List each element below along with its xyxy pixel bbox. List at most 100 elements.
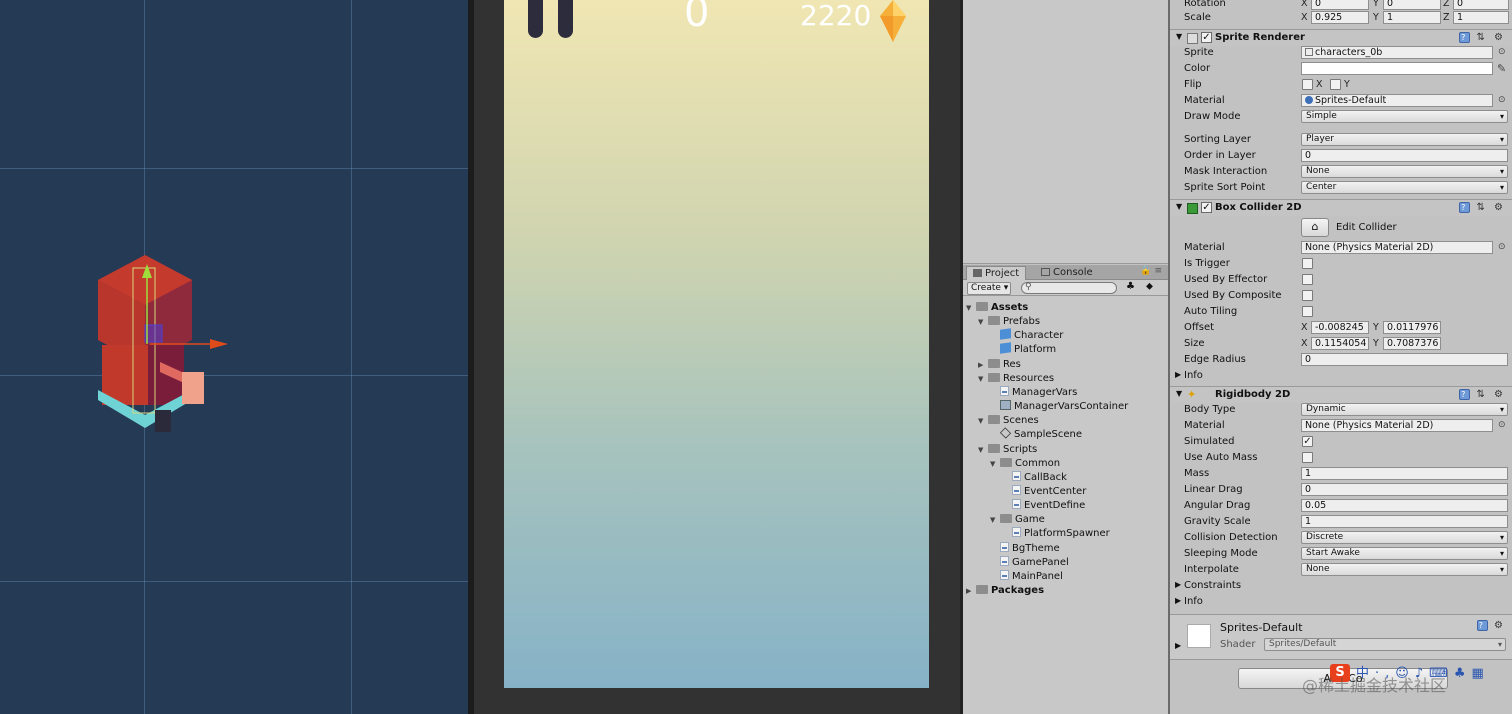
project-tree-item[interactable]: SampleScene	[990, 427, 1082, 442]
foldout-arrow-icon[interactable]: ▶	[1175, 580, 1181, 589]
project-tree-item[interactable]: MainPanel	[990, 569, 1063, 584]
gear-icon[interactable]: ⚙	[1494, 389, 1506, 400]
object-picker-icon[interactable]: ⊙	[1498, 47, 1506, 57]
angular-drag-field[interactable]: 0.05	[1301, 499, 1508, 512]
scale-z-field[interactable]: 1	[1453, 11, 1509, 24]
preset-icon[interactable]: ⇅	[1476, 389, 1487, 400]
project-tree-item[interactable]: ▼ Resources	[978, 372, 1054, 386]
foldout-arrow-icon[interactable]: ▼	[978, 372, 988, 386]
sorting-layer-dropdown[interactable]: Player	[1301, 133, 1508, 146]
box-collider-header[interactable]: ▼ ✓ Box Collider 2D ? ⇅ ⚙	[1170, 199, 1512, 216]
gravity-scale-field[interactable]: 1	[1301, 515, 1508, 528]
sprite-renderer-header[interactable]: ▼ ✓ Sprite Renderer ? ⇅ ⚙	[1170, 29, 1512, 46]
project-tree-item[interactable]: ▼ Prefabs	[978, 315, 1040, 329]
pause-icon[interactable]	[558, 0, 573, 38]
offset-x-field[interactable]: -0.008245	[1311, 321, 1369, 334]
foldout-arrow-icon[interactable]: ▼	[966, 301, 976, 315]
color-swatch[interactable]	[1301, 62, 1493, 75]
offset-y-field[interactable]: 0.0117976	[1383, 321, 1441, 334]
is-trigger-checkbox[interactable]	[1302, 258, 1313, 269]
sprite-field[interactable]: characters_0b	[1301, 46, 1493, 59]
sprite-sort-point-dropdown[interactable]: Center	[1301, 181, 1508, 194]
mask-interaction-dropdown[interactable]: None	[1301, 165, 1508, 178]
collision-detection-dropdown[interactable]: Discrete	[1301, 531, 1508, 544]
eyedropper-icon[interactable]: ✎	[1497, 62, 1506, 75]
project-tree-item[interactable]: ▼ Game	[990, 513, 1045, 527]
linear-drag-field[interactable]: 0	[1301, 483, 1508, 496]
rotation-y-field[interactable]: 0	[1383, 0, 1441, 10]
object-picker-icon[interactable]: ⊙	[1498, 95, 1506, 105]
foldout-arrow-icon[interactable]: ▼	[990, 513, 1000, 527]
game-view[interactable]: 0 2220	[474, 0, 960, 714]
foldout-arrow-icon[interactable]: ▶	[978, 358, 988, 372]
gear-icon[interactable]: ⚙	[1494, 32, 1506, 43]
filter-type-icon[interactable]: ♣	[1126, 281, 1135, 292]
collider-info-row[interactable]: ▶ Info	[1170, 368, 1512, 384]
project-tree-item[interactable]: BgTheme	[990, 541, 1060, 556]
project-tree-item[interactable]: EventCenter	[1002, 484, 1086, 499]
size-x-field[interactable]: 0.1154054	[1311, 337, 1369, 350]
rotation-z-field[interactable]: 0	[1453, 0, 1509, 10]
foldout-arrow-icon[interactable]: ▶	[966, 584, 976, 598]
project-tree-item[interactable]: ManagerVarsContainer	[990, 400, 1128, 414]
material-preview[interactable]: ▶ Sprites-Default Shader Sprites/Default…	[1170, 614, 1512, 660]
auto-tiling-checkbox[interactable]	[1302, 306, 1313, 317]
foldout-arrow-icon[interactable]: ▶	[1175, 596, 1181, 605]
used-by-effector-checkbox[interactable]	[1302, 274, 1313, 285]
edge-radius-field[interactable]: 0	[1301, 353, 1508, 366]
project-search-input[interactable]: ⚲	[1021, 282, 1117, 294]
foldout-arrow-icon[interactable]: ▶	[1175, 641, 1181, 650]
project-tree-item[interactable]: Character	[990, 328, 1063, 343]
tab-project[interactable]: Project	[966, 266, 1027, 280]
mass-field[interactable]: 1	[1301, 467, 1508, 480]
hierarchy-panel[interactable]	[963, 0, 1168, 264]
project-tree-item[interactable]: ManagerVars	[990, 385, 1077, 400]
pause-icon[interactable]	[528, 0, 543, 38]
foldout-arrow-icon[interactable]: ▼	[1176, 389, 1182, 398]
used-by-composite-checkbox[interactable]	[1302, 290, 1313, 301]
project-tree-item[interactable]: CallBack	[1002, 470, 1067, 485]
sleeping-mode-dropdown[interactable]: Start Awake	[1301, 547, 1508, 560]
project-tree-item[interactable]: Platform	[990, 342, 1056, 357]
character-sprite[interactable]	[90, 250, 230, 440]
collider-material-field[interactable]: None (Physics Material 2D)	[1301, 241, 1493, 254]
project-tree-item[interactable]: ▼ Scripts	[978, 443, 1037, 457]
object-picker-icon[interactable]: ⊙	[1498, 420, 1506, 430]
help-icon[interactable]: ?	[1459, 202, 1471, 213]
object-picker-icon[interactable]: ⊙	[1498, 242, 1506, 252]
body-type-dropdown[interactable]: Dynamic	[1301, 403, 1508, 416]
project-tree-item[interactable]: ▶ Res	[978, 358, 1021, 372]
foldout-arrow-icon[interactable]: ▼	[978, 315, 988, 329]
gear-icon[interactable]: ⚙	[1494, 202, 1506, 213]
lock-menu-icon[interactable]: 🔒 ≡	[1140, 266, 1162, 276]
help-icon[interactable]: ?	[1459, 389, 1471, 400]
draw-mode-dropdown[interactable]: Simple	[1301, 110, 1508, 123]
interpolate-dropdown[interactable]: None	[1301, 563, 1508, 576]
foldout-arrow-icon[interactable]: ▶	[1175, 370, 1181, 379]
project-tree-item[interactable]: ▼ Scenes	[978, 414, 1039, 428]
project-tree-item[interactable]: GamePanel	[990, 555, 1069, 570]
gear-icon[interactable]: ⚙	[1494, 620, 1506, 631]
flip-y-checkbox[interactable]	[1330, 79, 1341, 90]
project-tree-item[interactable]: ▶ Packages	[966, 584, 1044, 598]
rigidbody-header[interactable]: ▼ ✦ Rigidbody 2D ? ⇅ ⚙	[1170, 386, 1512, 403]
help-icon[interactable]: ?	[1459, 32, 1471, 43]
preset-icon[interactable]: ⇅	[1476, 32, 1487, 43]
order-in-layer-field[interactable]: 0	[1301, 149, 1508, 162]
edit-collider-button[interactable]: ⌂	[1301, 218, 1329, 237]
simulated-checkbox[interactable]: ✓	[1302, 436, 1313, 447]
project-tree-item[interactable]: ▼ Assets	[966, 301, 1028, 315]
constraints-row[interactable]: ▶ Constraints	[1170, 578, 1512, 594]
shader-dropdown[interactable]: Sprites/Default	[1264, 638, 1506, 651]
preset-icon[interactable]: ⇅	[1476, 202, 1487, 213]
project-tree-item[interactable]: ▼ Common	[990, 457, 1060, 471]
foldout-arrow-icon[interactable]: ▼	[990, 457, 1000, 471]
foldout-arrow-icon[interactable]: ▼	[978, 414, 988, 428]
box-collider-enabled-checkbox[interactable]: ✓	[1201, 202, 1212, 213]
project-tree-item[interactable]: EventDefine	[1002, 499, 1085, 513]
scene-view[interactable]	[0, 0, 468, 714]
rb-material-field[interactable]: None (Physics Material 2D)	[1301, 419, 1493, 432]
scale-x-field[interactable]: 0.925	[1311, 11, 1369, 24]
material-field[interactable]: Sprites-Default	[1301, 94, 1493, 107]
flip-x-checkbox[interactable]	[1302, 79, 1313, 90]
